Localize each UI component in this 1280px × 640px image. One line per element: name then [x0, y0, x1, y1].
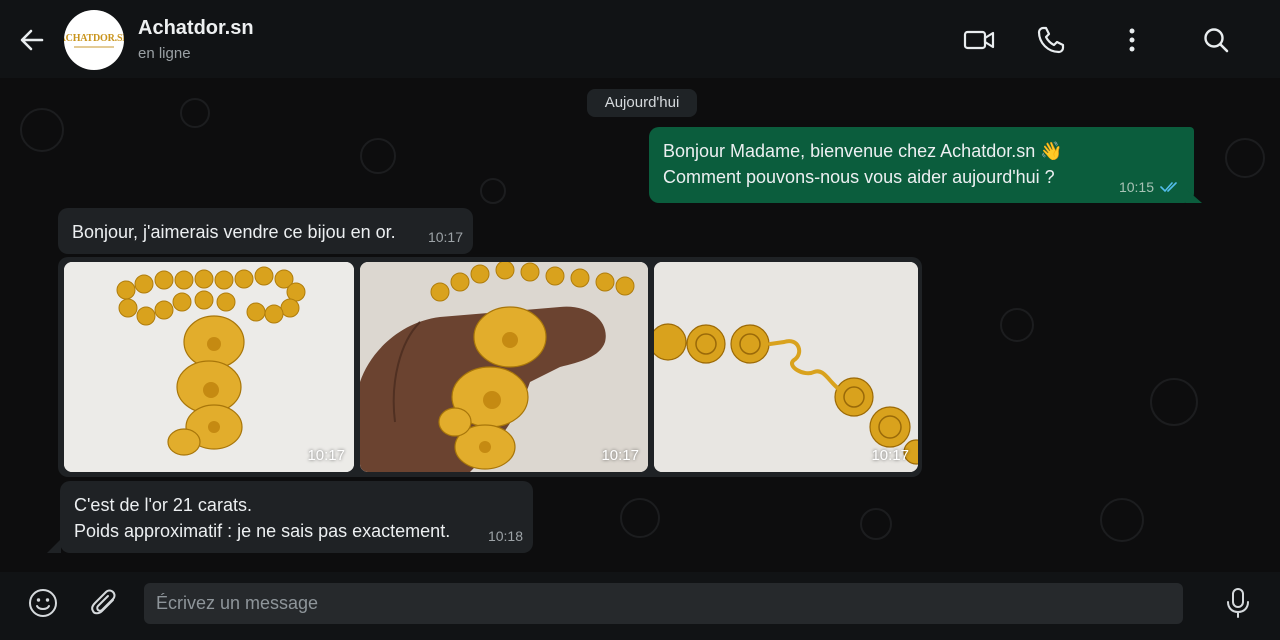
outgoing-message[interactable]: Bonjour Madame, bienvenue chez Achatdor.… — [649, 127, 1194, 203]
message-meta: 10:15 — [1119, 179, 1180, 195]
bubble-tail — [47, 539, 61, 553]
message-input[interactable] — [144, 583, 1183, 624]
wallpaper-doodle — [620, 498, 660, 538]
photo-time: 10:17 — [871, 447, 909, 464]
photo-gallery-message: 10:17 10:17 10:17 — [58, 257, 922, 477]
wallpaper-doodle — [480, 178, 506, 204]
photo-time: 10:17 — [307, 447, 345, 464]
microphone-icon[interactable] — [1221, 586, 1255, 620]
wallpaper-doodle — [20, 108, 64, 152]
photo-thumbnail[interactable]: 10:17 — [360, 262, 648, 472]
avatar-logo-underline — [74, 45, 114, 48]
video-call-icon[interactable] — [963, 24, 995, 56]
wallpaper-doodle — [860, 508, 892, 540]
contact-name[interactable]: Achatdor.sn — [138, 17, 254, 40]
chat-area[interactable]: Aujourd'hui Bonjour Madame, bienvenue ch… — [0, 78, 1280, 572]
photo-thumbnail[interactable]: 10:17 — [654, 262, 918, 472]
photo-time: 10:17 — [601, 447, 639, 464]
double-check-read-icon — [1160, 182, 1177, 193]
gold-necklace-image — [64, 262, 354, 472]
back-arrow-icon[interactable] — [18, 26, 46, 54]
chat-header: ACHATDOR.SN Achatdor.sn en ligne — [0, 0, 1280, 78]
phone-icon[interactable] — [1035, 24, 1067, 56]
incoming-message[interactable]: Bonjour, j'aimerais vendre ce bijou en o… — [58, 208, 473, 254]
emoji-icon[interactable] — [26, 586, 60, 620]
gold-pendant-in-hand-image — [360, 262, 648, 472]
message-text: C'est de l'or 21 carats. Poids approxima… — [74, 495, 451, 541]
attach-icon[interactable] — [88, 586, 122, 620]
contact-status: en ligne — [138, 45, 191, 62]
message-time: 10:17 — [427, 229, 463, 245]
wallpaper-doodle — [1150, 378, 1198, 426]
photo-thumbnail[interactable]: 10:17 — [64, 262, 354, 472]
more-options-icon[interactable] — [1116, 24, 1148, 56]
wallpaper-doodle — [1225, 138, 1265, 178]
wallpaper-doodle — [1100, 498, 1144, 542]
avatar-logo: ACHATDOR.SN — [64, 32, 124, 44]
date-separator: Aujourd'hui — [587, 89, 697, 117]
gold-bead-clasp-image — [654, 262, 918, 472]
message-text: Bonjour Madame, bienvenue chez Achatdor.… — [663, 141, 1063, 187]
wallpaper-doodle — [1000, 308, 1034, 342]
message-text: Bonjour, j'aimerais vendre ce bijou en o… — [72, 222, 396, 242]
message-time: 10:15 — [1118, 179, 1154, 195]
wallpaper-doodle — [360, 138, 396, 174]
message-time: 10:18 — [487, 528, 523, 544]
incoming-message[interactable]: C'est de l'or 21 carats. Poids approxima… — [60, 481, 533, 553]
wallpaper-doodle — [180, 98, 210, 128]
contact-avatar[interactable]: ACHATDOR.SN — [64, 10, 124, 70]
search-icon[interactable] — [1200, 24, 1232, 56]
